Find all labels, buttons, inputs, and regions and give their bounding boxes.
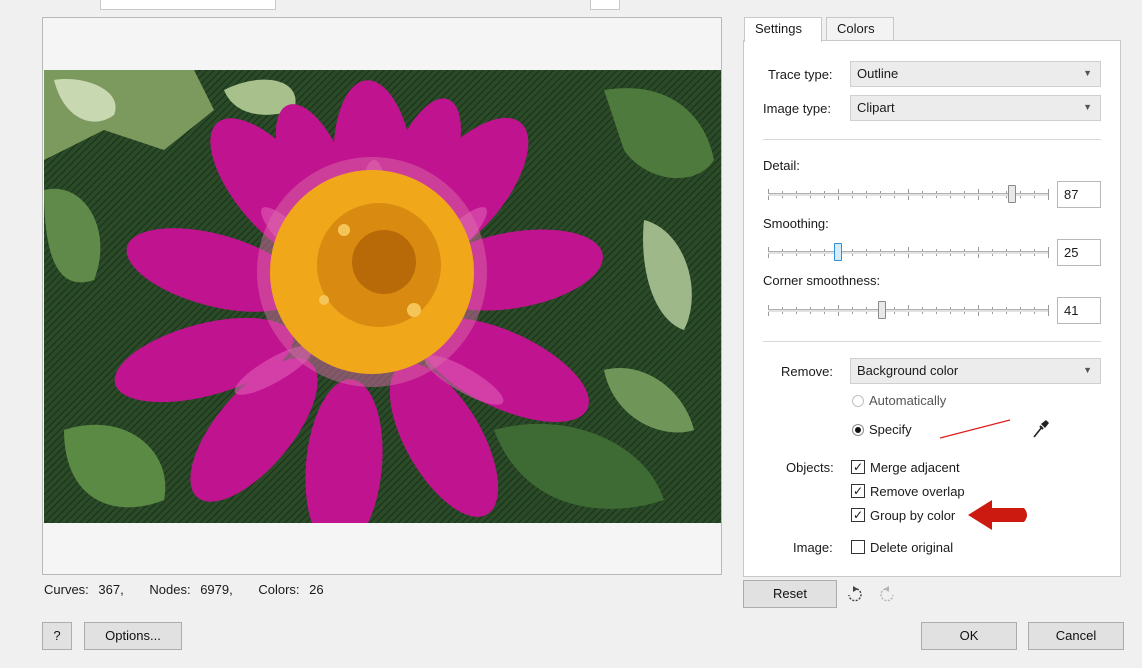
curves-value: 367, (98, 582, 124, 597)
divider (763, 341, 1101, 342)
automatically-label: Automatically (869, 393, 947, 408)
detail-value-input[interactable]: 87 (1057, 181, 1101, 208)
help-button[interactable]: ? (42, 622, 72, 650)
eyedropper-icon[interactable] (1030, 418, 1050, 440)
undo-icon[interactable] (845, 585, 863, 605)
group-by-color-checkbox[interactable]: ✓ (851, 508, 865, 522)
slider-thumb[interactable] (878, 301, 886, 319)
slider-tick (1048, 189, 1049, 200)
slider-track (768, 193, 1048, 196)
options-button[interactable]: Options... (84, 622, 182, 650)
colors-value: 26 (309, 582, 324, 597)
corner-smoothness-label: Corner smoothness: (763, 273, 881, 288)
corner-smoothness-slider[interactable] (768, 300, 1049, 320)
merge-adjacent-label: Merge adjacent (870, 460, 960, 475)
slider-track (768, 251, 1048, 254)
specified-color-swatch[interactable] (938, 418, 1012, 440)
trace-preview-image[interactable] (44, 70, 721, 523)
corner-smoothness-value-input[interactable]: 41 (1057, 297, 1101, 324)
slider-track (768, 309, 1048, 312)
automatically-radio[interactable] (852, 395, 864, 407)
slider-tick (1048, 305, 1049, 316)
delete-original-label: Delete original (870, 540, 954, 555)
red-arrow-annotation-icon (968, 500, 1027, 530)
nodes-value: 6979, (200, 582, 233, 597)
image-type-value: Clipart (857, 100, 895, 115)
specify-label: Specify (869, 422, 912, 437)
tab-settings[interactable]: Settings (744, 17, 822, 42)
objects-label: Objects: (786, 460, 834, 475)
remove-select[interactable]: Background color ▼ (850, 358, 1101, 384)
merge-adjacent-checkbox[interactable]: ✓ (851, 460, 865, 474)
image-label: Image: (793, 540, 833, 555)
remove-label: Remove: (781, 364, 834, 379)
smoothing-value-input[interactable]: 25 (1057, 239, 1101, 266)
group-by-color-label: Group by color (870, 508, 956, 523)
chevron-down-icon: ▼ (1083, 365, 1092, 375)
tab-colors[interactable]: Colors (826, 17, 894, 41)
image-type-select[interactable]: Clipart ▼ (850, 95, 1101, 121)
trace-type-label: Trace type: (768, 67, 833, 82)
specify-radio[interactable] (852, 424, 864, 436)
slider-thumb[interactable] (1008, 185, 1016, 203)
remove-value: Background color (857, 363, 959, 378)
image-type-label: Image type: (763, 101, 831, 116)
trace-type-select[interactable]: Outline ▼ (850, 61, 1101, 87)
cancel-button[interactable]: Cancel (1028, 622, 1124, 650)
divider (763, 139, 1101, 140)
detail-label: Detail: (763, 158, 800, 173)
remove-overlap-checkbox[interactable]: ✓ (851, 484, 865, 498)
remove-overlap-label: Remove overlap (870, 484, 965, 499)
curves-label: Curves: (44, 582, 89, 597)
slider-thumb[interactable] (834, 243, 842, 261)
smoothing-slider[interactable] (768, 242, 1049, 262)
smoothing-label: Smoothing: (763, 216, 829, 231)
chevron-down-icon: ▼ (1083, 102, 1092, 112)
nodes-label: Nodes: (149, 582, 191, 597)
trace-stats: Curves: 367, Nodes: 6979, Colors: 26 (44, 582, 330, 597)
detail-slider[interactable] (768, 184, 1049, 204)
top-field-stub (100, 0, 276, 10)
trace-type-value: Outline (857, 66, 899, 81)
redo-icon[interactable] (879, 585, 897, 605)
ok-button[interactable]: OK (921, 622, 1017, 650)
reset-button[interactable]: Reset (743, 580, 837, 608)
delete-original-checkbox[interactable] (851, 540, 865, 554)
slider-tick (1048, 247, 1049, 258)
top-button-stub (590, 0, 620, 10)
chevron-down-icon: ▼ (1083, 68, 1092, 78)
colors-label: Colors: (258, 582, 300, 597)
